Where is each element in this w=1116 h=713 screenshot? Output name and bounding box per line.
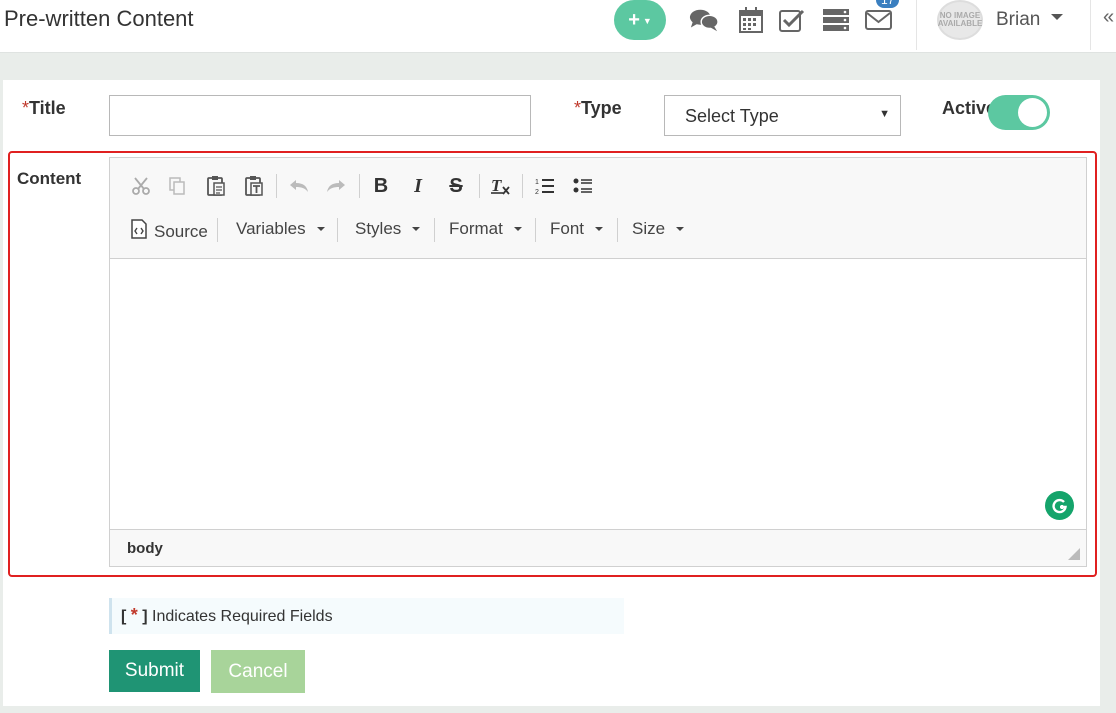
server-list-icon[interactable] [821, 5, 851, 35]
user-name[interactable]: Brian [996, 9, 1040, 31]
format-dropdown[interactable]: Format [449, 219, 522, 239]
paste-icon[interactable] [202, 172, 230, 200]
page-title: Pre-written Content [4, 6, 194, 31]
user-menu-caret-icon[interactable] [1051, 14, 1063, 20]
required-fields-note: [ * ] Indicates Required Fields [109, 598, 624, 634]
resize-handle-icon[interactable] [1068, 548, 1080, 560]
caret-down-icon [595, 227, 604, 231]
type-select[interactable]: Select Type ▼ [664, 95, 901, 136]
strikethrough-icon[interactable]: S [442, 172, 470, 200]
notification-badge: 17 [876, 0, 900, 8]
font-label: Font [550, 219, 585, 238]
toolbar-separator [276, 174, 277, 198]
remove-format-icon[interactable]: T [486, 172, 514, 200]
grammarly-icon[interactable] [1045, 491, 1074, 520]
type-label: *Type [574, 98, 622, 118]
font-dropdown[interactable]: Font [550, 219, 604, 239]
toolbar-separator [479, 174, 480, 198]
header-divider [916, 0, 917, 50]
caret-down-icon [412, 227, 421, 231]
title-label: *Title [22, 98, 66, 118]
chat-icon[interactable] [689, 5, 719, 35]
styles-dropdown[interactable]: Styles [355, 219, 421, 239]
tasks-check-icon[interactable] [777, 5, 807, 35]
avatar[interactable]: NO IMAGE AVAILABLE [937, 0, 983, 40]
styles-label: Styles [355, 219, 402, 238]
cancel-button[interactable]: Cancel [211, 650, 305, 693]
variables-label: Variables [236, 219, 306, 238]
select-arrow-icon: ▼ [879, 108, 890, 120]
bold-icon[interactable]: B [367, 172, 395, 200]
caret-down-icon [316, 227, 325, 231]
rich-text-editor: B I S T 12 Source Variables Styles Forma… [109, 157, 1087, 567]
source-button[interactable]: Source [130, 219, 208, 244]
toolbar-separator [337, 218, 338, 242]
editor-status-bar: body [110, 529, 1086, 566]
variables-dropdown[interactable]: Variables [236, 219, 325, 239]
paste-text-icon[interactable] [240, 172, 268, 200]
numbered-list-icon[interactable]: 12 [531, 172, 559, 200]
size-dropdown[interactable]: Size [632, 219, 685, 239]
svg-text:T: T [491, 176, 502, 195]
copy-icon[interactable] [163, 172, 191, 200]
source-label: Source [154, 221, 208, 241]
top-header: Pre-written Content + ▼ 17 NO IMAGE AVAIL… [0, 0, 1116, 53]
editor-toolbar: B I S T 12 Source Variables Styles Forma… [110, 158, 1086, 259]
caret-down-icon [513, 227, 522, 231]
undo-icon[interactable] [285, 172, 313, 200]
svg-text:2: 2 [535, 189, 539, 195]
toolbar-separator [217, 218, 218, 242]
caret-down-icon [676, 227, 685, 231]
toolbar-separator [359, 174, 360, 198]
collapse-sidebar-icon[interactable]: « [1103, 6, 1114, 29]
size-label: Size [632, 219, 666, 238]
svg-text:1: 1 [535, 179, 539, 186]
italic-icon[interactable]: I [404, 172, 432, 200]
source-icon [130, 219, 148, 244]
required-note-text: Indicates Required Fields [152, 608, 333, 625]
type-select-value: Select Type [685, 106, 779, 126]
cut-icon[interactable] [127, 172, 155, 200]
toolbar-separator [434, 218, 435, 242]
calendar-icon[interactable] [736, 5, 766, 35]
toolbar-separator [535, 218, 536, 242]
bulleted-list-icon[interactable] [569, 172, 597, 200]
header-divider [1090, 0, 1091, 50]
element-path[interactable]: body [127, 540, 163, 557]
editor-content-area[interactable] [110, 259, 1086, 529]
toolbar-separator [617, 218, 618, 242]
redo-icon[interactable] [322, 172, 350, 200]
toolbar-separator [522, 174, 523, 198]
caret-down-icon: ▼ [642, 16, 652, 26]
toggle-knob [1018, 98, 1047, 127]
mail-icon[interactable] [864, 5, 894, 35]
title-input[interactable] [109, 95, 531, 136]
format-label: Format [449, 219, 503, 238]
submit-button[interactable]: Submit [109, 650, 200, 692]
plus-icon: + [628, 8, 640, 31]
active-toggle[interactable] [988, 95, 1050, 130]
quick-add-button[interactable]: + ▼ [614, 0, 666, 40]
